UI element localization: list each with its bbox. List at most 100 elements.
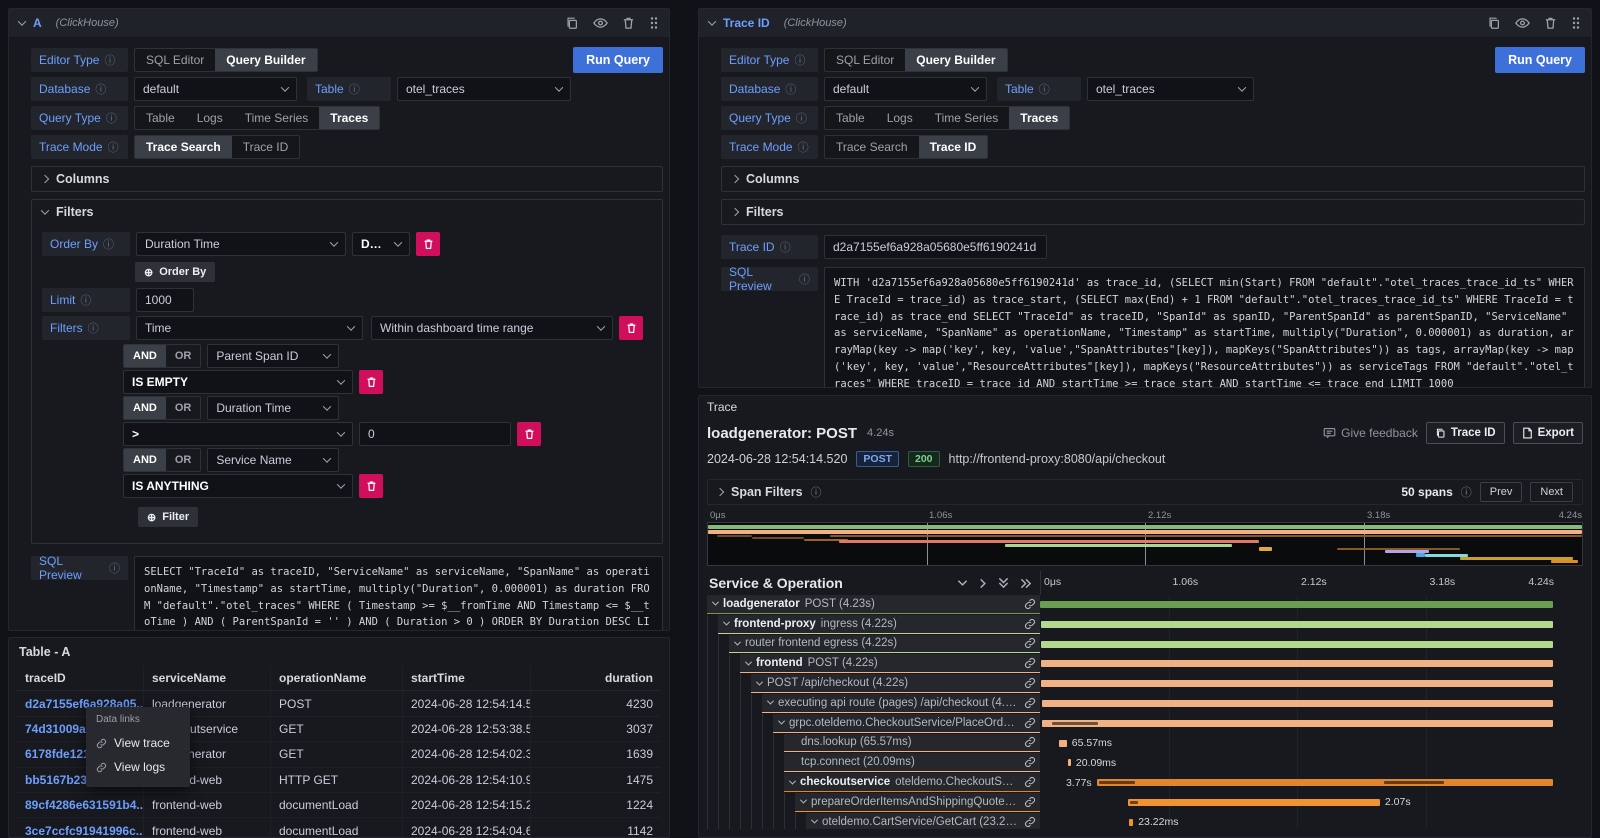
span-duration-bar[interactable] — [1059, 740, 1067, 747]
query-type-table[interactable]: Table — [825, 107, 876, 129]
span-collapse-chevron-icon[interactable] — [811, 817, 818, 824]
span-collapse-chevron-icon[interactable] — [767, 698, 774, 705]
filter-time-value-select[interactable]: Within dashboard time range — [371, 316, 613, 340]
span-gantt-cell[interactable] — [1040, 635, 1555, 655]
span-link-icon[interactable] — [1024, 756, 1036, 768]
run-query-button[interactable]: Run Query — [573, 47, 663, 73]
add-order-by-button[interactable]: ⊕Order By — [135, 262, 215, 282]
filter-operator-select[interactable]: > — [123, 422, 353, 446]
query-type-table[interactable]: Table — [135, 107, 186, 129]
order-by-direction-select[interactable]: DESC — [352, 232, 410, 256]
span-collapse-chevron-icon[interactable] — [712, 599, 719, 606]
info-icon[interactable]: ⓘ — [796, 110, 807, 126]
filter-operator-select[interactable]: IS EMPTY — [123, 370, 353, 394]
span-link-icon[interactable] — [1024, 598, 1036, 610]
filter-operator-select[interactable]: IS ANYTHING — [123, 474, 353, 498]
span-collapse-chevron-icon[interactable] — [756, 678, 763, 685]
span-link-icon[interactable] — [1024, 816, 1036, 828]
query-type-timeseries[interactable]: Time Series — [234, 107, 320, 129]
limit-input[interactable]: 1000 — [136, 288, 194, 312]
remove-order-by-button[interactable] — [416, 232, 440, 256]
query-builder-option[interactable]: Query Builder — [215, 49, 316, 71]
trace-id-option[interactable]: Trace ID — [232, 136, 300, 158]
remove-filter-button[interactable] — [359, 370, 383, 394]
span-gantt-cell[interactable] — [1040, 714, 1555, 734]
query-ref-id[interactable]: A — [33, 16, 42, 30]
run-query-button[interactable]: Run Query — [1495, 47, 1585, 73]
prev-span-button[interactable]: Prev — [1480, 482, 1523, 502]
query-type-traces[interactable]: Traces — [1009, 107, 1069, 129]
column-header[interactable]: operationName — [271, 666, 403, 690]
collapse-all-icon[interactable] — [998, 577, 1009, 589]
column-header[interactable]: traceID — [17, 666, 144, 690]
query-ref-id[interactable]: Trace ID — [723, 16, 770, 30]
remove-filter-button[interactable] — [517, 422, 541, 446]
query-builder-option[interactable]: Query Builder — [905, 49, 1006, 71]
span-name-cell[interactable]: oteldemo.CartService/GetCart (23.22ms) — [707, 813, 1040, 829]
remove-filter-button[interactable] — [619, 316, 643, 340]
info-icon[interactable]: ⓘ — [1461, 484, 1472, 500]
query-header-trace-id[interactable]: Trace ID (ClickHouse) — [699, 9, 1591, 37]
span-gantt-cell[interactable]: 3.77s — [1040, 773, 1555, 793]
span-duration-bar[interactable] — [1128, 799, 1380, 806]
span-collapse-chevron-icon[interactable] — [800, 797, 807, 804]
info-icon[interactable]: ⓘ — [109, 560, 120, 576]
span-link-icon[interactable] — [1024, 657, 1036, 669]
span-gantt-cell[interactable] — [1040, 694, 1555, 714]
table-select[interactable]: otel_traces — [397, 77, 571, 101]
info-icon[interactable]: ⓘ — [811, 484, 822, 500]
info-icon[interactable]: ⓘ — [104, 52, 115, 68]
order-by-field-select[interactable]: Duration Time — [136, 232, 346, 256]
span-link-icon[interactable] — [1024, 618, 1036, 630]
duplicate-query-icon[interactable] — [565, 16, 579, 30]
span-duration-bar[interactable] — [1041, 660, 1553, 667]
span-name-cell[interactable]: tcp.connect (20.09ms) — [707, 753, 1040, 773]
span-name-cell[interactable]: loadgeneratorPOST (4.23s) — [707, 595, 1040, 615]
drag-handle-icon[interactable] — [1571, 16, 1581, 30]
filter-field-select[interactable]: Parent Span ID — [207, 344, 339, 368]
span-duration-bar[interactable] — [1042, 720, 1553, 727]
trace-id-input[interactable]: d2a7155ef6a928a05680e5ff6190241d — [824, 235, 1047, 259]
trace-search-option[interactable]: Trace Search — [135, 136, 232, 158]
drag-handle-icon[interactable] — [649, 16, 659, 30]
query-header-a[interactable]: A (ClickHouse) — [9, 9, 669, 37]
trace-id-link[interactable]: 3ce7ccfc91941996c... — [17, 818, 144, 838]
span-link-icon[interactable] — [1024, 697, 1036, 709]
span-filters-label[interactable]: Span Filters — [731, 485, 803, 499]
panel-title[interactable]: Table - A — [9, 638, 669, 664]
duplicate-query-icon[interactable] — [1487, 16, 1501, 30]
span-link-icon[interactable] — [1024, 637, 1036, 649]
span-name-cell[interactable]: POST /api/checkout (4.22s) — [707, 674, 1040, 694]
span-duration-bar[interactable] — [1041, 621, 1553, 628]
collapse-one-icon[interactable] — [957, 579, 968, 587]
span-link-icon[interactable] — [1024, 717, 1036, 729]
span-gantt-cell[interactable]: 2.07s — [1040, 793, 1555, 813]
span-gantt-cell[interactable] — [1040, 615, 1555, 635]
hide-query-eye-icon[interactable] — [1515, 17, 1530, 29]
trace-search-option[interactable]: Trace Search — [825, 136, 919, 158]
span-name-cell[interactable]: checkoutserviceoteldemo.CheckoutService/… — [707, 773, 1040, 793]
or-option[interactable]: OR — [166, 449, 201, 471]
span-collapse-chevron-icon[interactable] — [734, 639, 741, 646]
filter-field-select[interactable]: Service Name — [207, 448, 339, 472]
query-type-logs[interactable]: Logs — [186, 107, 234, 129]
expand-one-icon[interactable] — [979, 578, 987, 589]
info-icon[interactable]: ⓘ — [95, 81, 106, 97]
column-header[interactable]: startTime — [403, 666, 531, 690]
remove-query-trash-icon[interactable] — [1544, 16, 1557, 30]
info-icon[interactable]: ⓘ — [798, 139, 809, 155]
info-icon[interactable]: ⓘ — [799, 271, 810, 287]
add-filter-button[interactable]: ⊕Filter — [138, 507, 198, 527]
give-feedback-link[interactable]: Give feedback — [1323, 426, 1418, 440]
span-collapse-chevron-icon[interactable] — [723, 619, 730, 626]
span-gantt-cell[interactable]: 23.22ms — [1040, 813, 1555, 829]
sql-editor-option[interactable]: SQL Editor — [825, 49, 905, 71]
query-type-logs[interactable]: Logs — [876, 107, 924, 129]
info-icon[interactable]: ⓘ — [780, 239, 791, 255]
span-name-cell[interactable]: dns.lookup (65.57ms) — [707, 734, 1040, 754]
expand-all-icon[interactable] — [1020, 578, 1032, 589]
span-link-icon[interactable] — [1024, 776, 1036, 788]
span-link-icon[interactable] — [1024, 677, 1036, 689]
expand-chevron-icon[interactable] — [716, 488, 724, 496]
span-duration-bar[interactable] — [1042, 700, 1553, 707]
